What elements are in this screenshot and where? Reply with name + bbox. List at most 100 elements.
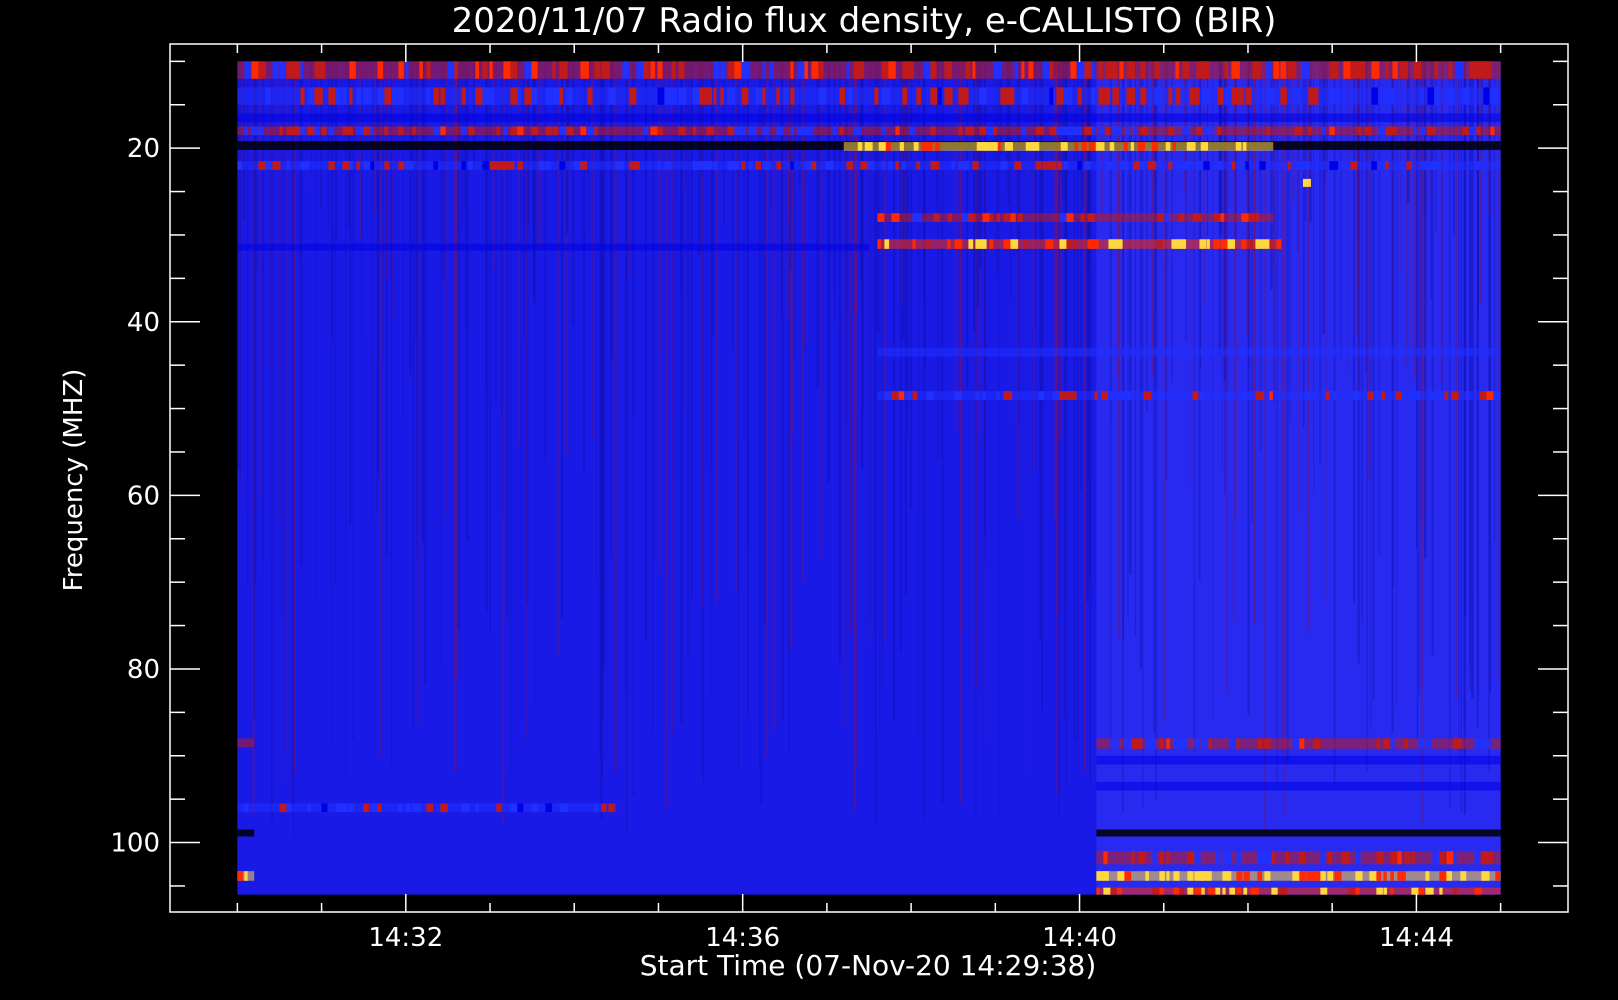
band-20-cell [1313, 871, 1322, 881]
noise-streak [557, 61, 560, 657]
noise-streak [1378, 61, 1381, 556]
noise-streak [1312, 61, 1315, 494]
band-3-cell [1378, 126, 1387, 136]
band-1-cell [1420, 87, 1424, 105]
band-16-cell [342, 803, 348, 813]
band-0-cell [510, 61, 518, 79]
band-19-cell [1285, 851, 1289, 865]
band-11-cell [912, 391, 918, 400]
x-tick-label: 14:44 [1379, 923, 1454, 953]
band-0-cell [1070, 61, 1077, 79]
noise-streak [966, 61, 968, 389]
noise-streak [1080, 61, 1082, 493]
band-1-cell [818, 87, 826, 105]
band-0-cell [258, 61, 266, 79]
band-20-cell [1124, 871, 1132, 881]
noise-streak [1247, 61, 1250, 716]
band-1-cell [1056, 87, 1065, 105]
band-13-cell [1390, 738, 1395, 749]
noise-streak [583, 61, 585, 474]
band-0-cell [650, 61, 656, 79]
band-0-cell [1126, 61, 1136, 79]
x-axis-label: Start Time (07-Nov-20 14:29:38) [640, 949, 1097, 982]
band-0-cell [552, 61, 556, 79]
band-0-cell [419, 61, 423, 79]
band-6-cell [1434, 161, 1441, 170]
noise-streak [520, 61, 522, 717]
band-20-cell [1222, 871, 1232, 881]
noise-streak [237, 61, 240, 470]
noise-streak [960, 61, 963, 803]
band-20-cell [1376, 871, 1382, 881]
band-8-cell [1227, 239, 1236, 249]
band-6-cell [727, 161, 735, 170]
noise-streak [760, 61, 763, 805]
band-19-cell [1138, 851, 1146, 865]
band-3-cell [356, 126, 364, 136]
band-20-cell [1264, 871, 1271, 881]
band-1-cell [937, 87, 942, 105]
band-13-cell [1488, 738, 1493, 749]
band-5-cell [1242, 142, 1247, 151]
band-3-cell [657, 126, 664, 136]
band-1-cell [1490, 87, 1499, 105]
band-13-cell [1124, 738, 1132, 749]
band-3-cell [461, 126, 467, 136]
noise-streak [686, 61, 689, 655]
band-8-cell [1213, 239, 1220, 249]
band-6-cell [300, 161, 309, 170]
band-8-cell [989, 239, 994, 249]
band-1-cell [566, 87, 573, 105]
band-0-cell [251, 61, 259, 79]
band-6-cell [349, 161, 354, 170]
band-8-cell [1115, 239, 1123, 249]
band-8-cell [947, 239, 951, 249]
band-11-cell [1493, 391, 1501, 400]
band-0-cell [244, 61, 251, 79]
band-6-cell [489, 161, 498, 170]
band-20-cell [1481, 871, 1490, 881]
band-8-cell [1220, 239, 1229, 249]
band-1-cell [979, 87, 987, 105]
band-3-cell [1308, 126, 1312, 136]
band-6-cell [790, 161, 794, 170]
band-7-cell [1087, 213, 1096, 222]
band-19-cell [1341, 851, 1350, 865]
band-19-cell [1432, 851, 1439, 865]
band-6-cell [1000, 161, 1008, 170]
band-6-cell [1350, 161, 1358, 170]
band-11-cell [1395, 391, 1402, 400]
band-22-cell [1201, 887, 1205, 895]
band-0-cell [1273, 61, 1280, 79]
band-8-cell [1199, 239, 1207, 249]
band-0-cell [1105, 61, 1113, 79]
noise-streak [1413, 61, 1417, 379]
band-1-cell [300, 87, 305, 105]
band-3-cell [342, 126, 350, 136]
noise-streak [334, 61, 336, 587]
band-3-cell [727, 126, 735, 136]
band-16-cell [321, 803, 328, 813]
band-0-cell [790, 61, 794, 79]
noise-streak [1155, 61, 1158, 800]
band-3-cell [979, 126, 987, 136]
band-22-cell [1418, 887, 1425, 895]
band-22-cell [1222, 887, 1226, 895]
band-8-cell [1262, 239, 1271, 249]
band-1-cell [307, 87, 315, 105]
noise-streak [1171, 61, 1173, 383]
band-1-cell [1203, 87, 1209, 105]
band-1-cell [356, 87, 362, 105]
band-1-cell [1007, 87, 1015, 105]
band-13-cell [1425, 738, 1432, 749]
band-1-cell [664, 87, 672, 105]
band-16-cell [440, 803, 448, 813]
band-11-cell [1101, 391, 1108, 400]
band-22-cell [1278, 887, 1288, 895]
band-1-cell [517, 87, 521, 105]
band-6-cell [1196, 161, 1204, 170]
band-11-cell [926, 391, 934, 400]
band-20-cell [1299, 871, 1307, 881]
band-22-cell [1383, 887, 1388, 895]
band-20-cell [1460, 871, 1467, 881]
